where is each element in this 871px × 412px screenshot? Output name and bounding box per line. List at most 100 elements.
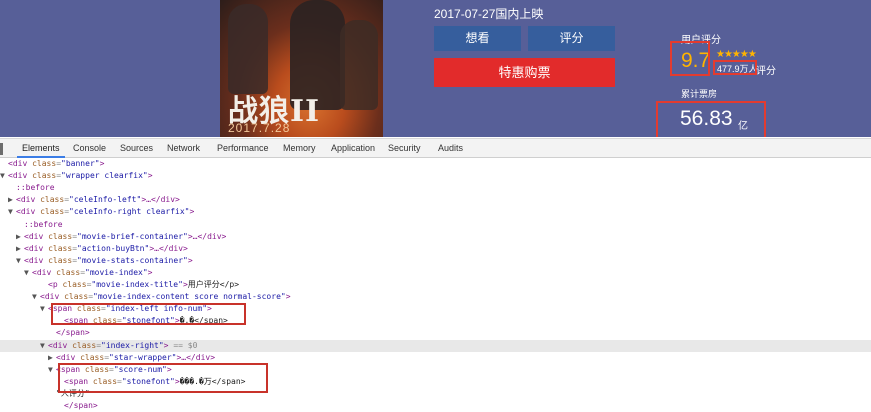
tag-name: div [52,340,68,350]
attr-value: celeInfo-left [73,195,137,205]
dom-node-line[interactable]: ▼ <div class="celeInfo-right clearfix"> [0,206,871,218]
expand-arrow-icon[interactable]: ▶ [16,231,24,243]
tag-open-bracket: </ [64,401,74,410]
tag-close: > [285,292,291,302]
dom-node-line[interactable]: ▼ <div class="movie-stats-container"> [0,255,871,267]
tag-close: > [187,255,193,265]
tag-close: > [99,159,105,168]
buy-ticket-button[interactable]: 特惠购票 [434,58,615,87]
attr-value: movie-brief-container [81,231,184,241]
count-highlight-box [713,60,757,75]
attr-value: celeInfo-right clearfix [73,207,185,217]
expand-arrow-icon[interactable]: ▶ [16,243,24,255]
poster-figure [340,20,378,110]
dom-node-line[interactable]: ::before [0,219,871,231]
tag-close: >…</div> [187,231,227,241]
dom-node-line[interactable]: ▶ <div class="action-buyBtn">…</div> [0,243,871,255]
tab-performance[interactable]: Performance [212,139,274,158]
score-highlight-box [670,41,710,76]
attr-name: class [80,352,105,362]
movie-banner: 战狼II 2017.7.28 2017-07-27国内上映 想看 评分 特惠购票… [0,0,871,137]
dom-node-line[interactable]: ▼ <div class="wrapper clearfix"> [0,170,871,182]
expand-arrow-icon[interactable]: ▶ [48,352,56,364]
attr-name: class [32,159,57,168]
want-to-watch-button[interactable]: 想看 [434,26,521,51]
tag-name: div [12,171,28,181]
tag-close: >…</div> [141,195,180,205]
tab-sources[interactable]: Sources [115,139,158,158]
attr-name: class [32,171,57,181]
tag-close: > [92,401,98,410]
tag-close: >…</div> [149,243,188,253]
dom-node-line[interactable]: ▼ <div class="movie-index-content score n… [0,291,871,303]
star-rating: ★★★★★ [716,49,757,60]
rating-count-suffix: 评分 [756,66,776,77]
tag-name: span [73,401,93,410]
collapse-arrow-icon[interactable]: ▼ [48,364,56,376]
movie-poster[interactable]: 战狼II 2017.7.28 [220,0,383,137]
selected-node-marker: == $0 [168,340,198,350]
tag-open-bracket: </ [56,328,66,338]
tag-name: p [52,280,58,289]
collapse-arrow-icon[interactable]: ▼ [40,340,48,352]
dom-node-line[interactable]: ▶ <div class="celeInfo-left">…</div> [0,194,871,206]
dom-node-line[interactable]: <div class="banner"> [0,158,871,170]
dom-node-line[interactable]: ▼ <div class="index-right"> == $0 [0,339,871,352]
tag-close: > [147,171,153,181]
attr-value: movie-index [89,267,143,277]
tag-close: >…</div> [176,352,216,362]
tab-audits[interactable]: Audits [433,139,468,158]
attr-name: class [56,267,81,277]
tag-name: div [20,207,36,217]
tag-name: div [36,267,52,277]
tag-close: > [189,207,195,217]
tab-application[interactable]: Application [326,139,380,158]
dom-node-line[interactable]: </span> [0,327,871,339]
release-date: 2017-07-27国内上映 [434,7,544,21]
devtools-tab-bar: Elements Console Sources Network Performance… [0,138,871,158]
tab-console[interactable]: Console [68,139,111,158]
tag-name: span [65,328,85,338]
pseudo-element: ::before [16,183,55,193]
dom-node-line[interactable]: ▶ <div class="movie-brief-container">…</d… [0,231,871,243]
attr-value: movie-index-content score normal-score [97,292,281,302]
expand-arrow-icon[interactable]: ▶ [8,194,16,206]
devtools-dock-edge [0,143,3,155]
poster-date-art: 2017.7.28 [228,121,291,135]
attr-name: class [40,195,65,205]
attr-value: banner [65,159,95,168]
tag-close: > [84,328,90,338]
tab-memory[interactable]: Memory [278,139,321,158]
attr-value: action-buyBtn [81,243,145,253]
rate-button[interactable]: 评分 [528,26,615,51]
tab-elements[interactable]: Elements [17,139,65,158]
stonefont-score-highlight [51,303,246,325]
collapse-arrow-icon[interactable]: ▼ [32,291,40,303]
dom-node-line[interactable]: ::before [0,182,871,194]
attr-value: wrapper clearfix [65,171,143,181]
poster-figure [228,4,268,94]
dom-node-line[interactable]: ▼ <div class="movie-index"> [0,267,871,279]
dom-node-line[interactable]: </span> [0,400,871,412]
attr-name: class [48,255,73,265]
tag-name: div [44,292,60,302]
stonefont-count-highlight [58,363,268,393]
dom-node-line[interactable]: <p class="movie-index-title">用户评分</p> [0,279,871,291]
box-office-title: 累计票房 [681,89,718,99]
tab-security[interactable]: Security [383,139,426,158]
collapse-arrow-icon[interactable]: ▼ [40,303,48,315]
tag-name: div [28,243,44,253]
dom-node-line[interactable]: ▶ <div class="star-wrapper">…</div> [0,352,871,364]
attr-value: movie-index-title [96,280,179,289]
tag-name: div [20,195,36,205]
node-text: 用户评分</p> [187,280,240,289]
attr-value: movie-stats-container [81,255,184,265]
tab-network[interactable]: Network [162,139,205,158]
collapse-arrow-icon[interactable]: ▼ [8,206,16,218]
collapse-arrow-icon[interactable]: ▼ [0,170,8,182]
attr-name: class [48,243,73,253]
collapse-arrow-icon[interactable]: ▼ [16,255,24,267]
tag-close: > [147,267,153,277]
pseudo-element: ::before [24,219,63,229]
collapse-arrow-icon[interactable]: ▼ [24,267,32,279]
